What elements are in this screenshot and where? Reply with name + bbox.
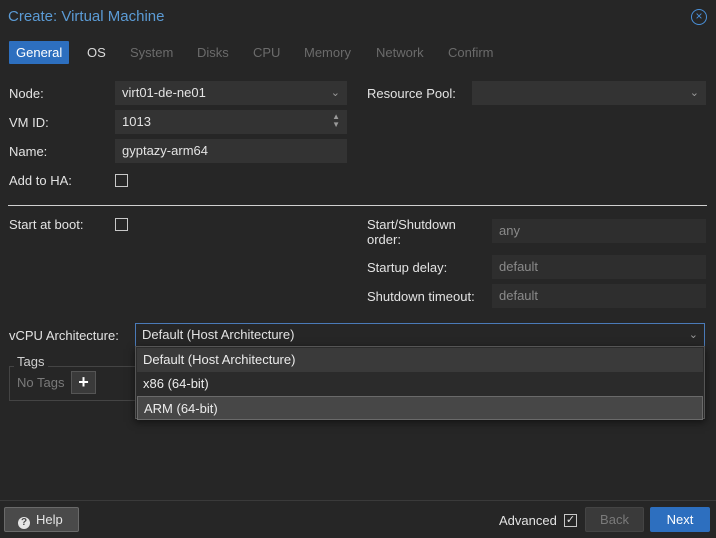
name-input[interactable]: gyptazy-arm64 [115,139,347,163]
add-tag-button[interactable]: + [71,371,96,394]
chevron-down-icon: ⌄ [689,87,699,99]
help-label: Help [36,512,63,527]
node-value: virt01-de-ne01 [122,85,206,100]
help-icon: ? [18,517,30,529]
ha-label: Add to HA: [9,173,72,188]
vcpu-value: Default (Host Architecture) [142,327,295,342]
shutdown-label: Shutdown timeout: [367,289,475,304]
vcpu-option-default[interactable]: Default (Host Architecture) [137,348,703,372]
name-label: Name: [9,144,48,159]
no-tags-text: No Tags [17,375,65,390]
vmid-label: VM ID: [9,115,49,130]
window-title: Create: Virtual Machine [8,8,165,25]
tab-network: Network [376,45,424,60]
ha-checkbox[interactable] [115,174,128,187]
back-button[interactable]: Back [585,507,644,532]
node-select[interactable]: virt01-de-ne01 ⌄ [115,81,347,105]
vcpu-option-x86[interactable]: x86 (64-bit) [137,372,703,396]
order-label: Start/Shutdown order: [367,217,456,247]
close-icon[interactable]: × [691,9,707,25]
tab-general[interactable]: General [9,41,70,64]
spinner-icon[interactable]: ▲ ▼ [332,113,340,129]
chevron-down-icon: ⌄ [330,87,340,99]
name-value: gyptazy-arm64 [122,143,208,158]
tags-border [9,366,14,367]
tags-border [48,366,137,367]
pool-label: Resource Pool: [367,86,456,101]
order-input[interactable]: any [492,219,706,243]
node-label: Node: [9,86,44,101]
tab-confirm: Confirm [448,45,494,60]
vmid-value: 1013 [122,114,151,129]
advanced-label: Advanced [499,513,557,528]
help-button[interactable]: ? Help [4,507,79,532]
order-label-line2: order: [367,232,401,247]
advanced-checkbox[interactable]: ✓ [564,514,577,527]
section-divider [8,205,707,206]
vcpu-option-arm[interactable]: ARM (64-bit) [137,396,703,420]
next-button[interactable]: Next [650,507,710,532]
vcpu-label: vCPU Architecture: [9,328,119,343]
startup-input[interactable]: default [492,255,706,279]
tab-memory: Memory [304,45,351,60]
chevron-down-icon: ⌄ [688,329,698,341]
startup-label: Startup delay: [367,260,448,275]
vmid-input[interactable]: 1013 ▲ ▼ [115,110,347,134]
tab-os[interactable]: OS [80,41,113,64]
vcpu-select[interactable]: Default (Host Architecture) ⌄ [135,323,705,347]
order-value: any [499,223,520,238]
pool-select[interactable]: ⌄ [472,81,706,105]
vcpu-dropdown-list: Default (Host Architecture) x86 (64-bit)… [135,346,705,420]
tab-system: System [130,45,174,60]
tags-legend: Tags [17,354,45,369]
boot-checkbox[interactable] [115,218,128,231]
tab-disks: Disks [197,45,229,60]
shutdown-input[interactable]: default [492,284,706,308]
tab-cpu: CPU [253,45,281,60]
order-label-line1: Start/Shutdown [367,217,456,232]
boot-label: Start at boot: [9,217,84,232]
startup-value: default [499,259,539,274]
shutdown-value: default [499,288,539,303]
